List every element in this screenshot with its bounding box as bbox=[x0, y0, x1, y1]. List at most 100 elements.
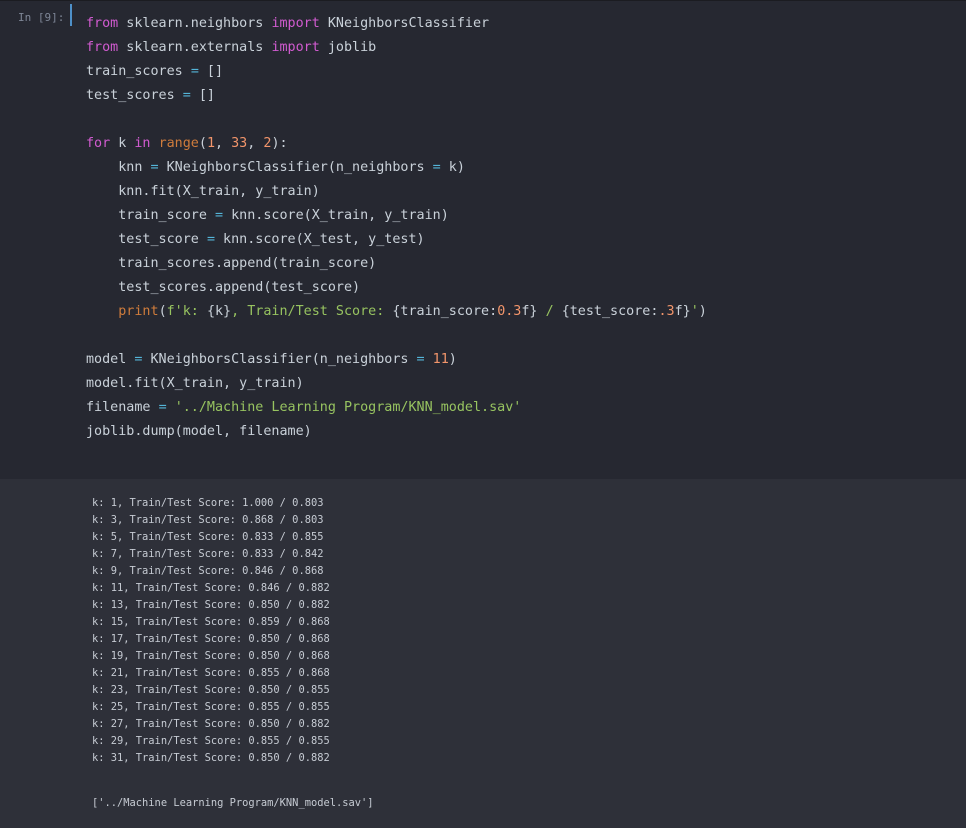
active-cell-marker bbox=[70, 4, 72, 26]
code-token: k bbox=[110, 136, 135, 151]
code-token: test_scores bbox=[86, 88, 183, 103]
notebook: In [9]: from sklearn.neighbors import KN… bbox=[0, 0, 966, 828]
code-line: joblib.dump(model, filename) bbox=[86, 420, 707, 444]
code-token: train_scores bbox=[86, 64, 191, 79]
code-token: import bbox=[271, 40, 320, 55]
code-line: train_scores.append(train_score) bbox=[86, 252, 707, 276]
stdout-line: k: 3, Train/Test Score: 0.868 / 0.803 bbox=[92, 514, 324, 526]
code-token: ( bbox=[158, 304, 167, 319]
stdout-line: k: 29, Train/Test Score: 0.855 / 0.855 bbox=[92, 735, 330, 747]
code-line: test_scores.append(test_score) bbox=[86, 276, 707, 300]
code-token: knn.score(X_test, y_test) bbox=[215, 232, 425, 247]
code-token: ) bbox=[448, 352, 457, 367]
code-token: {k} bbox=[206, 304, 232, 319]
stdout-line: k: 25, Train/Test Score: 0.855 / 0.855 bbox=[92, 701, 330, 713]
code-token: {test_score: bbox=[561, 304, 659, 319]
code-line: filename = '../Machine Learning Program/… bbox=[86, 396, 707, 420]
code-line: knn = KNeighborsClassifier(n_neighbors =… bbox=[86, 156, 707, 180]
code-token: from bbox=[86, 40, 119, 55]
stdout-line: k: 7, Train/Test Score: 0.833 / 0.842 bbox=[92, 548, 324, 560]
code-token: knn bbox=[86, 160, 151, 175]
code-token: knn.score(X_train, y_train) bbox=[223, 208, 449, 223]
code-token: knn.fit(X_train, y_train) bbox=[86, 184, 320, 199]
code-token: range bbox=[158, 136, 199, 151]
code-token: / bbox=[545, 304, 562, 319]
code-token: import bbox=[271, 16, 320, 31]
code-token: for bbox=[86, 136, 111, 151]
code-token: [] bbox=[198, 64, 224, 79]
stdout-line: k: 13, Train/Test Score: 0.850 / 0.882 bbox=[92, 599, 330, 611]
code-token: sklearn.neighbors bbox=[118, 16, 272, 31]
code-line: train_score = knn.score(X_train, y_train… bbox=[86, 204, 707, 228]
stdout-line: k: 31, Train/Test Score: 0.850 / 0.882 bbox=[92, 752, 330, 764]
code-token: in bbox=[134, 136, 151, 151]
code-line: for k in range(1, 33, 2): bbox=[86, 132, 707, 156]
code-line: test_score = knn.score(X_test, y_test) bbox=[86, 228, 707, 252]
code-line: from sklearn.externals import joblib bbox=[86, 36, 707, 60]
code-token: = bbox=[206, 232, 215, 247]
code-token: = bbox=[432, 160, 441, 175]
code-token: , bbox=[215, 136, 232, 151]
stdout-line: k: 5, Train/Test Score: 0.833 / 0.855 bbox=[92, 531, 324, 543]
code-token: model bbox=[86, 352, 135, 367]
code-token: , bbox=[247, 136, 264, 151]
code-token: = bbox=[182, 88, 191, 103]
code-token: 33 bbox=[231, 136, 248, 151]
code-token: k) bbox=[440, 160, 465, 175]
code-token: joblib.dump(model, filename) bbox=[86, 424, 312, 439]
stdout-line: k: 1, Train/Test Score: 1.000 / 0.803 bbox=[92, 497, 324, 509]
code-token: test_score bbox=[86, 232, 207, 247]
code-token: = bbox=[158, 400, 167, 415]
code-token: '../Machine Learning Program/KNN_model.s… bbox=[174, 400, 522, 415]
code-token: [] bbox=[190, 88, 215, 103]
code-token: ) bbox=[698, 304, 707, 319]
stdout-line: k: 19, Train/Test Score: 0.850 / 0.868 bbox=[92, 650, 330, 662]
code-token: 11 bbox=[432, 352, 449, 367]
stdout-line: k: 23, Train/Test Score: 0.850 / 0.855 bbox=[92, 684, 330, 696]
code-token: ( bbox=[198, 136, 207, 151]
stdout-line: k: 27, Train/Test Score: 0.850 / 0.882 bbox=[92, 718, 330, 730]
input-prompt: In [9]: bbox=[18, 11, 65, 24]
code-line: train_scores = [] bbox=[86, 60, 707, 84]
code-token: , Train/Test Score: bbox=[231, 304, 393, 319]
code-token: 0.3 bbox=[497, 304, 522, 319]
code-editor[interactable]: from sklearn.neighbors import KNeighbors… bbox=[86, 12, 707, 444]
code-token: f'k: bbox=[166, 304, 207, 319]
code-line: model.fit(X_train, y_train) bbox=[86, 372, 707, 396]
code-token: KNeighborsClassifier bbox=[319, 16, 490, 31]
code-token: {train_score: bbox=[392, 304, 498, 319]
stdout-output: k: 1, Train/Test Score: 1.000 / 0.803 k: … bbox=[92, 495, 330, 767]
output-area: k: 1, Train/Test Score: 1.000 / 0.803 k: … bbox=[0, 479, 966, 828]
stdout-line: k: 17, Train/Test Score: 0.850 / 0.868 bbox=[92, 633, 330, 645]
code-token: joblib bbox=[319, 40, 377, 55]
stdout-line: k: 11, Train/Test Score: 0.846 / 0.882 bbox=[92, 582, 330, 594]
code-token: 1 bbox=[206, 136, 215, 151]
code-token: model.fit(X_train, y_train) bbox=[86, 376, 304, 391]
code-line: print(f'k: {k}, Train/Test Score: {train… bbox=[86, 300, 707, 324]
stdout-line: k: 9, Train/Test Score: 0.846 / 0.868 bbox=[92, 565, 324, 577]
code-token: train_score bbox=[86, 208, 215, 223]
code-token: ): bbox=[271, 136, 288, 151]
code-token: sklearn.externals bbox=[118, 40, 272, 55]
code-token: KNeighborsClassifier(n_neighbors bbox=[158, 160, 433, 175]
code-token: KNeighborsClassifier(n_neighbors bbox=[142, 352, 417, 367]
code-token: ' bbox=[690, 304, 699, 319]
stdout-line: k: 15, Train/Test Score: 0.859 / 0.868 bbox=[92, 616, 330, 628]
code-token: f} bbox=[521, 304, 546, 319]
code-token: .3 bbox=[658, 304, 675, 319]
code-line: test_scores = [] bbox=[86, 84, 707, 108]
stdout-line: k: 21, Train/Test Score: 0.855 / 0.868 bbox=[92, 667, 330, 679]
code-token: train_scores.append(train_score) bbox=[86, 256, 377, 271]
code-cell[interactable]: In [9]: from sklearn.neighbors import KN… bbox=[0, 0, 966, 480]
code-token: filename bbox=[86, 400, 159, 415]
execute-result: ['../Machine Learning Program/KNN_model.… bbox=[92, 797, 374, 809]
code-token: test_scores.append(test_score) bbox=[86, 280, 361, 295]
code-token: = bbox=[190, 64, 199, 79]
code-token: from bbox=[86, 16, 119, 31]
code-line: model = KNeighborsClassifier(n_neighbors… bbox=[86, 348, 707, 372]
